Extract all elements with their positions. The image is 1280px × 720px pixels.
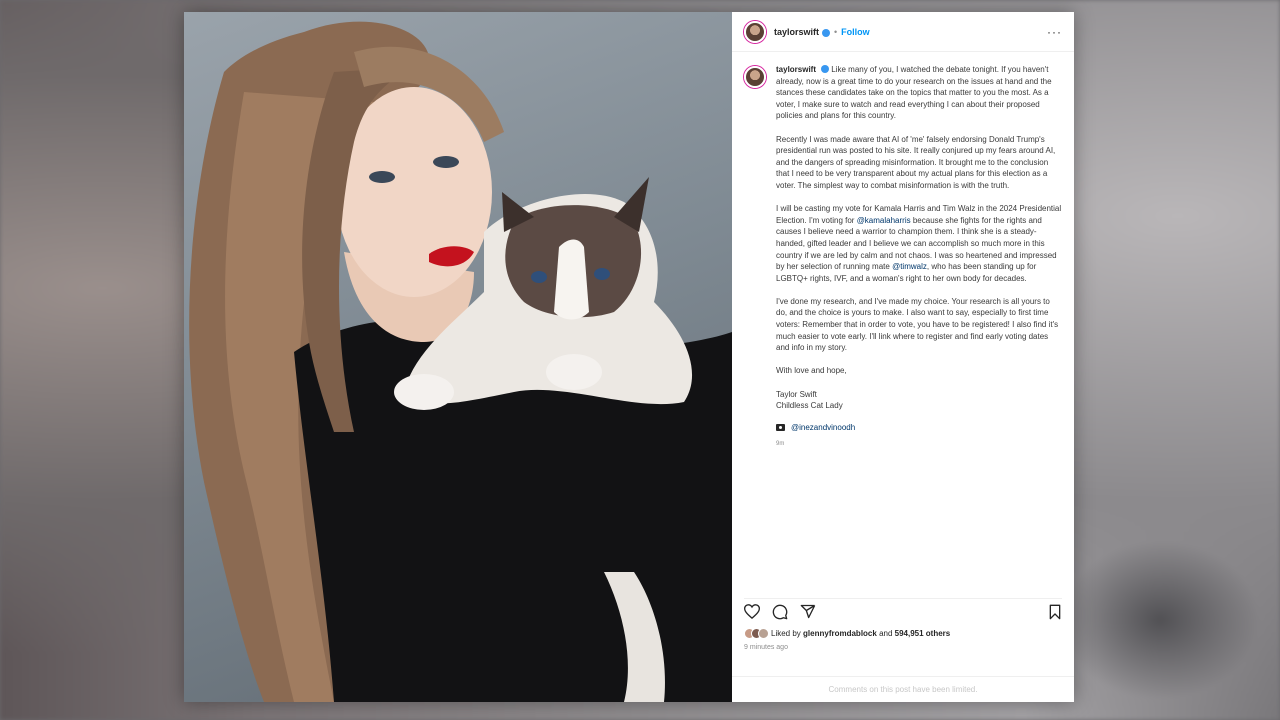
verified-badge-icon: [822, 28, 831, 37]
caption-text: taylorswift Like many of you, I watched …: [776, 64, 1062, 552]
caption-timestamp: 9m: [776, 441, 785, 448]
separator-dot: •: [834, 26, 838, 37]
share-icon[interactable]: [800, 604, 816, 619]
more-icon[interactable]: ···: [1047, 25, 1062, 39]
heart-icon[interactable]: [744, 604, 760, 619]
post-photo[interactable]: [184, 12, 732, 702]
caption-username[interactable]: taylorswift: [776, 65, 816, 74]
post-timestamp[interactable]: 9 minutes ago: [744, 644, 788, 651]
caption-paragraph-2: Recently I was made aware that AI of 'me…: [776, 134, 1056, 190]
portrait-with-cat-image: [189, 21, 732, 702]
instagram-post: taylorswift • Follow ··· taylorswift Lik…: [184, 12, 1074, 702]
likes-prefix: Liked by: [771, 629, 801, 638]
likes-and: and: [879, 629, 893, 638]
follow-button[interactable]: Follow: [841, 27, 870, 37]
caption-paragraph-1: taylorswift Like many of you, I watched …: [776, 65, 1052, 121]
signature-title: Childless Cat Lady: [776, 401, 843, 411]
post-side-panel: taylorswift • Follow ··· taylorswift Lik…: [732, 12, 1074, 702]
post-header: taylorswift • Follow ···: [732, 12, 1074, 52]
caption-paragraph-5: With love and hope,: [776, 366, 847, 376]
liked-by-user-link[interactable]: glennyfromdablock: [803, 629, 877, 638]
liker-avatars[interactable]: [744, 628, 769, 639]
username-link[interactable]: taylorswift: [774, 27, 819, 37]
comments-limited-notice: Comments on this post have been limited.: [732, 676, 1074, 702]
mention-kamalaharris[interactable]: @kamalaharris: [857, 216, 911, 225]
caption-paragraph-4: I've done my research, and I've made my …: [776, 296, 1059, 353]
likes-others-link[interactable]: 594,951 others: [895, 629, 951, 638]
avatar: [758, 628, 769, 639]
action-bar: [744, 598, 1062, 620]
caption-block: taylorswift Like many of you, I watched …: [732, 52, 1074, 552]
bookmark-icon[interactable]: [1048, 604, 1062, 620]
camera-icon: [776, 424, 785, 432]
photo-credit: @inezandvinoodh: [776, 422, 1062, 434]
verified-badge-icon: [821, 65, 830, 73]
caption-avatar[interactable]: [744, 66, 766, 88]
likes-summary: Liked by glennyfromdablock and 594,951 o…: [744, 628, 950, 639]
caption-paragraph-3: I will be casting my vote for Kamala Har…: [776, 204, 1062, 283]
photo-credit-link[interactable]: @inezandvinoodh: [791, 422, 855, 434]
comment-icon[interactable]: [772, 604, 788, 620]
mention-timwalz[interactable]: @timwalz: [892, 262, 927, 271]
signature-name: Taylor Swift: [776, 389, 817, 399]
avatar[interactable]: [744, 20, 766, 43]
